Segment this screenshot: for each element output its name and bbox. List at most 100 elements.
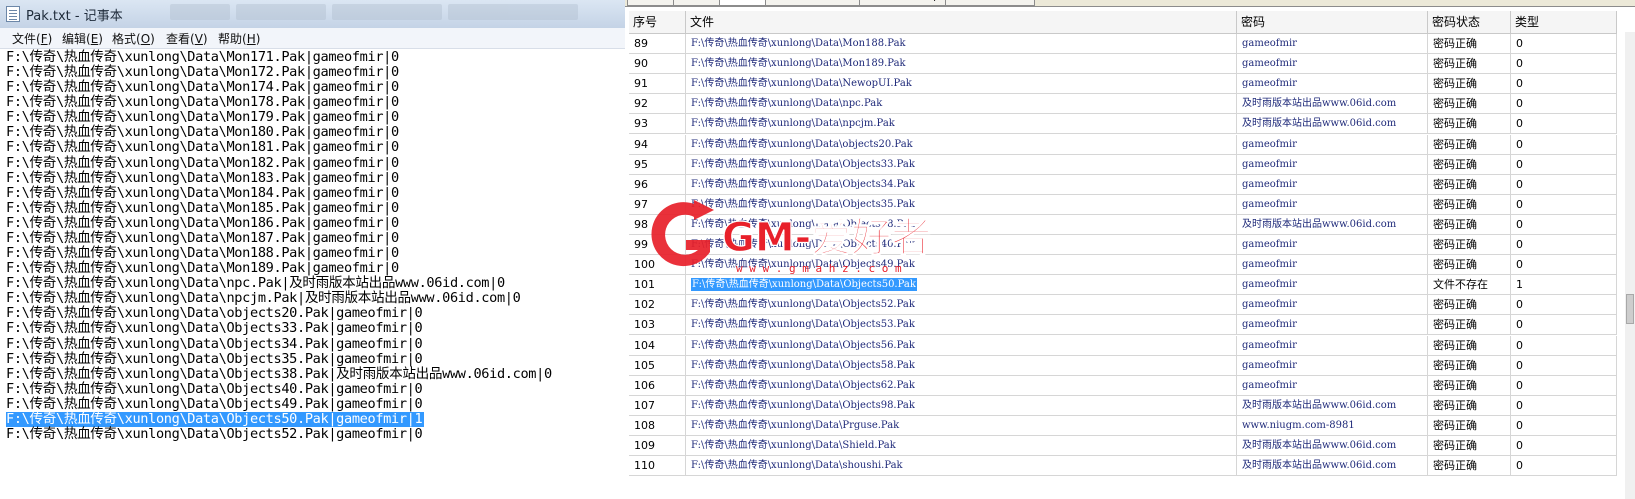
cell-no: 108 — [629, 415, 686, 436]
table-row[interactable]: 108 F:\传奇\热血传奇\xunlong\Data\Prguse.Pak www… — [629, 415, 1617, 436]
table-row[interactable]: 97 F:\传奇\热血传奇\xunlong\Data\Objects35.Pak g… — [629, 194, 1617, 215]
text-line[interactable]: F:\传奇\热血传奇\xunlong\Data\Objects38.Pak|及时… — [6, 366, 552, 382]
table-row[interactable]: 104 F:\传奇\热血传奇\xunlong\Data\Objects56.Pak… — [629, 335, 1617, 356]
cell-status: 密码正确 — [1428, 154, 1511, 175]
notepad-title-bar[interactable]: Pak.txt - 记事本 — [0, 0, 644, 29]
text-line[interactable]: F:\传奇\热血传奇\xunlong\Data\Mon178.Pak|gameo… — [6, 95, 399, 110]
text-line[interactable]: F:\传奇\热血传奇\xunlong\Data\Mon184.Pak|gameo… — [6, 185, 399, 201]
text-line[interactable]: F:\传奇\热血传奇\xunlong\Data\Mon185.Pak|gameo… — [6, 200, 399, 216]
column-header-type[interactable]: 类型 — [1511, 11, 1617, 34]
cell-text-type: 0 — [1516, 57, 1523, 71]
text-line[interactable]: F:\传奇\热血传奇\xunlong\Data\Objects35.Pak|ga… — [6, 351, 423, 367]
table-row[interactable]: 105 F:\传奇\热血传奇\xunlong\Data\Objects58.Pak… — [629, 355, 1617, 376]
table-row[interactable]: 100 F:\传奇\热血传奇\xunlong\Data\Objects49.Pak… — [629, 255, 1617, 276]
text-line[interactable]: F:\传奇\热血传奇\xunlong\Data\Mon171.Pak|gameo… — [6, 50, 399, 65]
tab-5[interactable]: Resources\Wav — [945, 0, 1035, 6]
text-line[interactable]: F:\传奇\热血传奇\xunlong\Data\Objects40.Pak|ga… — [6, 381, 423, 397]
cell-status: 密码正确 — [1428, 415, 1511, 436]
cell-type: 0 — [1511, 154, 1617, 175]
cell-text-no: 100 — [634, 258, 655, 272]
cell-no: 100 — [629, 255, 686, 276]
cell-text-type: 0 — [1516, 258, 1523, 272]
table-row[interactable]: 98 F:\传奇\热血传奇\xunlong\Data\Objects38.Pak 及… — [629, 214, 1617, 235]
cell-text-no: 104 — [634, 338, 655, 352]
tab-2[interactable]: Pak — [719, 0, 769, 6]
text-editor[interactable]: F:\传奇\热血传奇\xunlong\Data\Mon171.Pak|gameo… — [0, 49, 631, 499]
grid-vertical-scrollbar[interactable] — [1625, 32, 1635, 499]
cell-text-pwd: gameofmir — [1242, 198, 1297, 210]
cell-no: 101 — [629, 275, 686, 296]
table-row[interactable]: 90 F:\传奇\热血传奇\xunlong\Data\Mon189.Pak game… — [629, 54, 1617, 75]
cell-file: F:\传奇\热血传奇\xunlong\Data\Objects50.Pak — [686, 275, 1237, 296]
column-header-file[interactable]: 文件 — [686, 11, 1237, 34]
text-line[interactable]: F:\传奇\热血传奇\xunlong\Data\Mon182.Pak|gameo… — [6, 155, 399, 171]
table-row[interactable]: 101 F:\传奇\热血传奇\xunlong\Data\Objects50.Pak… — [629, 275, 1617, 296]
text-line[interactable]: F:\传奇\热血传奇\xunlong\Data\Mon181.Pak|gameo… — [6, 140, 399, 155]
cell-pwd: gameofmir — [1237, 54, 1428, 75]
cell-status: 密码正确 — [1428, 34, 1511, 54]
cell-text-status: 密码正确 — [1433, 238, 1477, 251]
cell-text-file: F:\传奇\热血传奇\xunlong\Data\Objects49.Pak — [691, 259, 915, 271]
table-row[interactable]: 107 F:\传奇\热血传奇\xunlong\Data\Objects98.Pak… — [629, 395, 1617, 416]
menu-item-0[interactable]: 文件(F) — [10, 30, 54, 47]
cell-no: 104 — [629, 335, 686, 356]
tab-0[interactable]: wil — [627, 0, 677, 6]
tab-3[interactable]: Resources\Data — [765, 0, 863, 6]
cell-text-file: F:\传奇\热血传奇\xunlong\Data\Objects38.Pak — [691, 218, 915, 230]
menu-item-4[interactable]: 帮助(H) — [216, 30, 262, 47]
text-line[interactable]: F:\传奇\热血传奇\xunlong\Data\Objects52.Pak|ga… — [6, 427, 423, 442]
text-line[interactable]: F:\传奇\热血传奇\xunlong\Data\Mon189.Pak|gameo… — [6, 261, 399, 276]
table-row[interactable]: 106 F:\传奇\热血传奇\xunlong\Data\Objects62.Pak… — [629, 375, 1617, 396]
table-row[interactable]: 93 F:\传奇\热血传奇\xunlong\Data\npcjm.Pak 及时雨版本… — [629, 114, 1617, 135]
table-row[interactable]: 103 F:\传奇\热血传奇\xunlong\Data\Objects53.Pak… — [629, 315, 1617, 336]
text-line[interactable]: F:\传奇\热血传奇\xunlong\Data\Objects49.Pak|ga… — [6, 396, 423, 412]
cell-file: F:\传奇\热血传奇\xunlong\Data\Objects62.Pak — [686, 375, 1237, 396]
text-line[interactable]: F:\传奇\热血传奇\xunlong\Data\Mon172.Pak|gameo… — [6, 65, 399, 80]
column-header-no[interactable]: 序号 — [629, 11, 686, 34]
cell-text-status: 密码正确 — [1433, 177, 1477, 191]
text-line[interactable]: F:\传奇\热血传奇\xunlong\Data\Mon186.Pak|gameo… — [6, 215, 399, 231]
text-line[interactable]: F:\传奇\热血传奇\xunlong\Data\Mon187.Pak|gameo… — [6, 230, 399, 246]
text-line[interactable]: F:\传奇\热血传奇\xunlong\Data\Mon174.Pak|gameo… — [6, 80, 399, 95]
text-line[interactable]: F:\传奇\热血传奇\xunlong\Data\Mon183.Pak|gameo… — [6, 170, 399, 186]
table-row[interactable]: 95 F:\传奇\热血传奇\xunlong\Data\Objects33.Pak g… — [629, 154, 1617, 175]
table-row[interactable]: 99 F:\传奇\热血传奇\xunlong\Data\Objects40.Pak g… — [629, 235, 1617, 255]
cell-text-no: 101 — [634, 278, 655, 292]
tab-1[interactable]: wzl — [673, 0, 723, 6]
cell-text-no: 99 — [634, 238, 648, 251]
cell-type: 0 — [1511, 255, 1617, 276]
table-row[interactable]: 102 F:\传奇\热血传奇\xunlong\Data\Objects52.Pak… — [629, 295, 1617, 316]
text-line[interactable]: F:\传奇\热血传奇\xunlong\Data\npc.Pak|及时雨版本站出品… — [6, 276, 505, 291]
tab-4[interactable]: Resources\Map — [859, 0, 949, 6]
table-row[interactable]: 94 F:\传奇\热血传奇\xunlong\Data\objects20.Pak g… — [629, 134, 1617, 155]
cell-type: 0 — [1511, 375, 1617, 396]
cell-text-pwd: gameofmir — [1242, 78, 1297, 90]
cell-text-status: 密码正确 — [1433, 338, 1477, 352]
text-line[interactable]: F:\传奇\热血传奇\xunlong\Data\Objects33.Pak|ga… — [6, 321, 423, 336]
cell-text-status: 密码正确 — [1433, 318, 1477, 332]
text-line[interactable]: F:\传奇\热血传奇\xunlong\Data\Objects50.Pak|ga… — [6, 411, 425, 427]
column-header-pwd[interactable]: 密码 — [1237, 11, 1428, 34]
text-line[interactable]: F:\传奇\热血传奇\xunlong\Data\Mon188.Pak|gameo… — [6, 246, 399, 261]
cell-file: F:\传奇\热血传奇\xunlong\Data\Objects38.Pak — [686, 214, 1237, 235]
table-row[interactable]: 96 F:\传奇\热血传奇\xunlong\Data\Objects34.Pak g… — [629, 174, 1617, 195]
cell-text-status: 密码正确 — [1433, 459, 1477, 473]
menu-item-2[interactable]: 格式(O) — [110, 30, 157, 47]
text-line[interactable]: F:\传奇\热血传奇\xunlong\Data\Objects34.Pak|ga… — [6, 336, 423, 352]
column-header-status[interactable]: 密码状态 — [1428, 11, 1511, 34]
cell-status: 密码正确 — [1428, 235, 1511, 255]
table-row[interactable]: 110 F:\传奇\热血传奇\xunlong\Data\shoushi.Pak 及时… — [629, 456, 1617, 477]
cell-text-type: 0 — [1516, 117, 1523, 131]
cell-text-pwd: gameofmir — [1242, 58, 1297, 70]
cell-text-type: 0 — [1516, 398, 1523, 412]
menu-item-3[interactable]: 查看(V) — [164, 30, 210, 47]
table-row[interactable]: 92 F:\传奇\热血传奇\xunlong\Data\npc.Pak 及时雨版本站出… — [629, 94, 1617, 115]
menu-item-1[interactable]: 编辑(E) — [60, 30, 105, 47]
table-row[interactable]: 109 F:\传奇\热血传奇\xunlong\Data\Shield.Pak 及时雨… — [629, 436, 1617, 456]
table-row[interactable]: 91 F:\传奇\热血传奇\xunlong\Data\NewopUI.Pak gam… — [629, 74, 1617, 95]
cell-type: 0 — [1511, 74, 1617, 95]
scrollbar-thumb[interactable] — [1626, 294, 1634, 324]
cell-text-no: 98 — [634, 217, 648, 231]
cell-pwd: 及时雨版本站出品www.06id.com — [1237, 214, 1428, 235]
table-row[interactable]: 89 F:\传奇\热血传奇\xunlong\Data\Mon188.Pak game… — [629, 34, 1617, 54]
